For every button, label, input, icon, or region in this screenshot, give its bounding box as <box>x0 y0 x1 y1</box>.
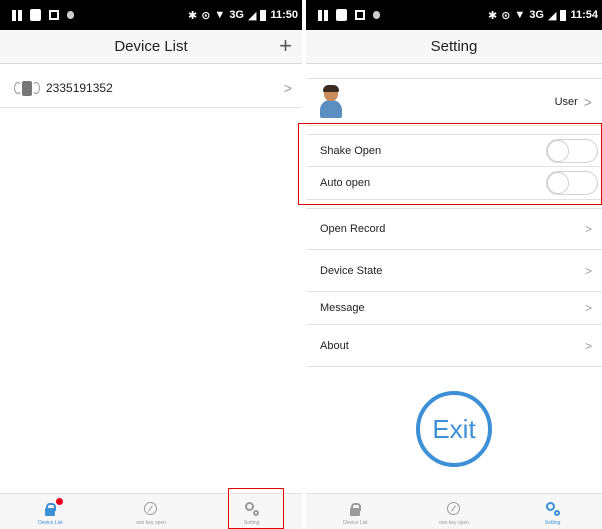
chevron-right-icon: > <box>584 222 592 236</box>
status-bar: ✱ ⊙ ▼ 3G ◢ 11:50 <box>0 0 302 30</box>
device-state-row[interactable]: Device State > <box>306 250 602 292</box>
chevron-right-icon: > <box>584 301 592 315</box>
tab-label: Setting <box>544 520 561 526</box>
device-list-screen: ✱ ⊙ ▼ 3G ◢ 11:50 Device List + 233519135… <box>0 0 302 529</box>
pause-icon <box>318 9 328 21</box>
tab-label: Device List <box>38 520 63 526</box>
open-record-row[interactable]: Open Record > <box>306 208 602 250</box>
tab-label: Device List <box>343 520 368 526</box>
header: Device List + <box>0 30 302 64</box>
chevron-right-icon: > <box>584 338 592 353</box>
tab-setting[interactable]: Setting <box>503 494 602 529</box>
signal-icon: ◢ <box>548 9 557 22</box>
network-type: 3G <box>229 9 244 21</box>
about-label: About <box>320 339 349 352</box>
tab-device-list[interactable]: Device List <box>0 494 101 529</box>
status-bar: ✱ ⊙ ▼ 3G ◢ 11:54 <box>306 0 602 30</box>
facebook-icon <box>336 9 347 21</box>
tab-device-list[interactable]: Device List <box>306 494 405 529</box>
clock: 11:50 <box>270 9 298 21</box>
lock-device-icon <box>14 78 40 98</box>
message-label: Message <box>320 302 365 314</box>
avatar <box>320 85 342 118</box>
signal-icon: ◢ <box>248 9 257 22</box>
tab-label: one key open <box>438 520 470 526</box>
gear-icon <box>244 502 259 516</box>
facebook-icon <box>30 9 41 21</box>
battery-icon <box>560 9 567 21</box>
notification-badge <box>56 498 64 505</box>
android-icon <box>67 11 74 19</box>
gallery-icon <box>355 10 365 20</box>
open-record-label: Open Record <box>320 223 386 235</box>
clock: 11:54 <box>570 9 598 21</box>
about-row[interactable]: About > <box>306 325 602 367</box>
android-icon <box>373 11 380 19</box>
tab-one-key-open[interactable]: one key open <box>405 494 504 529</box>
tab-bar: Device List one key open Setting <box>0 493 302 529</box>
network-type: 3G <box>529 9 544 21</box>
tab-setting[interactable]: Setting <box>201 494 302 529</box>
tab-one-key-open[interactable]: one key open <box>101 494 202 529</box>
bluetooth-icon: ✱ <box>187 9 198 22</box>
header: Setting <box>306 30 602 64</box>
auto-open-label: Auto open <box>320 177 371 189</box>
bluetooth-icon: ✱ <box>487 9 498 22</box>
shake-open-row: Shake Open <box>306 134 602 167</box>
vibrate-icon: ⊙ <box>501 9 511 22</box>
tab-label: one key open <box>135 520 167 526</box>
user-row[interactable]: User > <box>306 78 602 126</box>
tab-bar: Device List one key open Setting <box>306 493 602 529</box>
chevron-right-icon: > <box>584 263 592 278</box>
device-list-item[interactable]: 2335191352 > <box>0 68 302 108</box>
exit-button[interactable]: Exit <box>416 391 492 467</box>
lock-icon <box>348 502 362 516</box>
lock-icon <box>43 498 64 516</box>
auto-open-toggle[interactable] <box>546 171 598 195</box>
vibrate-icon: ⊙ <box>201 9 211 22</box>
setting-screen: ✱ ⊙ ▼ 3G ◢ 11:54 Setting User > Shake Op… <box>306 0 602 529</box>
gear-icon <box>545 502 560 516</box>
compass-icon <box>144 502 158 516</box>
compass-icon <box>447 502 461 516</box>
exit-label: Exit <box>432 413 476 444</box>
wifi-icon: ▼ <box>514 9 526 21</box>
chevron-right-icon: > <box>583 94 592 110</box>
device-id: 2335191352 <box>46 80 113 95</box>
toggle-knob <box>547 172 569 194</box>
shake-open-toggle[interactable] <box>546 138 598 163</box>
device-state-label: Device State <box>320 264 383 277</box>
pause-icon <box>12 9 22 21</box>
add-device-button[interactable]: + <box>279 35 292 57</box>
chevron-right-icon: > <box>283 79 292 96</box>
wifi-icon: ▼ <box>214 9 226 21</box>
user-label: User <box>554 96 578 108</box>
battery-icon <box>260 9 267 21</box>
message-row[interactable]: Message > <box>306 292 602 325</box>
tab-label: Setting <box>243 520 260 526</box>
page-title: Device List <box>114 38 188 55</box>
toggle-knob <box>547 139 569 162</box>
gallery-icon <box>49 10 59 20</box>
auto-open-row: Auto open <box>306 167 602 200</box>
page-title: Setting <box>430 38 478 55</box>
shake-open-label: Shake Open <box>320 144 382 157</box>
